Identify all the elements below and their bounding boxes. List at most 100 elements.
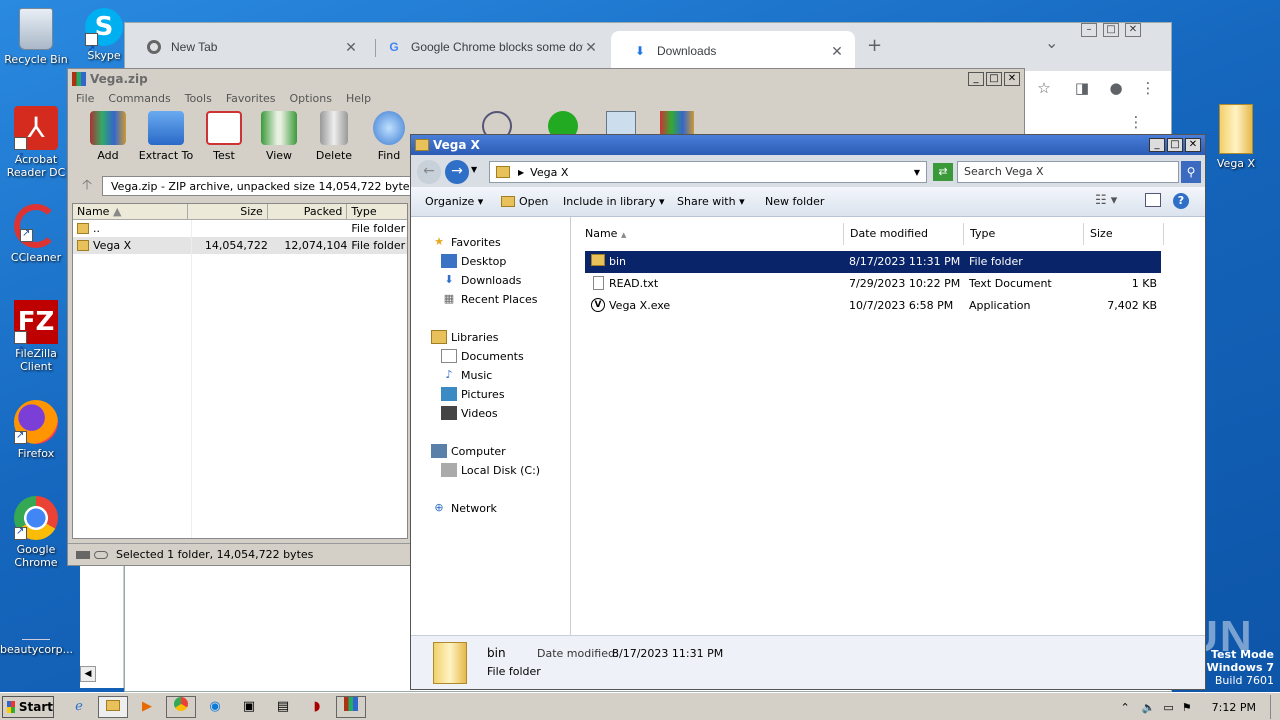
- change-view-icon[interactable]: ☷ ▾: [1095, 193, 1117, 208]
- scroll-left-icon[interactable]: ◀: [80, 666, 96, 682]
- back-arrow-icon[interactable]: ←: [417, 160, 441, 184]
- clock[interactable]: 7:12 PM: [1212, 701, 1256, 714]
- desktop-icon-chrome[interactable]: Google Chrome: [0, 496, 72, 569]
- column-packed[interactable]: Packed: [268, 204, 348, 219]
- organize-button[interactable]: Organize ▾: [425, 195, 483, 208]
- close-icon[interactable]: ✕: [343, 39, 359, 56]
- breadcrumb[interactable]: Vega X: [530, 166, 568, 179]
- new-tab-button[interactable]: +: [867, 35, 882, 56]
- nav-documents[interactable]: Documents: [441, 349, 524, 363]
- up-arrow-icon[interactable]: 🡡: [72, 174, 102, 198]
- column-name[interactable]: Name ▲: [579, 223, 844, 245]
- table-row-selected[interactable]: Vega X 14,054,722 12,074,104 File folder: [73, 237, 407, 254]
- menu-file[interactable]: File: [76, 92, 94, 105]
- column-size[interactable]: Size: [188, 204, 268, 219]
- column-name[interactable]: Name ▲: [73, 204, 189, 219]
- view-button[interactable]: View: [251, 111, 307, 162]
- tab-search-button[interactable]: ⌄: [1045, 33, 1058, 52]
- search-icon[interactable]: ⚲: [1181, 161, 1201, 183]
- preview-pane-icon[interactable]: [1145, 193, 1161, 207]
- nav-local-disk[interactable]: Local Disk (C:): [441, 463, 540, 477]
- file-row-selected[interactable]: bin 8/17/2023 11:31 PM File folder: [585, 251, 1161, 273]
- close-icon[interactable]: ✕: [1004, 72, 1020, 86]
- file-row[interactable]: READ.txt 7/29/2023 10:22 PM Text Documen…: [585, 273, 1161, 295]
- installer-icon[interactable]: ▣: [234, 696, 264, 718]
- help-icon[interactable]: ?: [1173, 193, 1189, 209]
- delete-button[interactable]: Delete: [306, 111, 362, 162]
- edge-icon[interactable]: ◉: [200, 696, 230, 718]
- extract-to-button[interactable]: Extract To: [138, 111, 194, 162]
- notepad-icon[interactable]: ▤: [268, 696, 298, 718]
- chevron-down-icon[interactable]: ▼: [914, 168, 920, 177]
- menu-commands[interactable]: Commands: [108, 92, 170, 105]
- maximize-icon[interactable]: □: [986, 72, 1002, 86]
- nav-music[interactable]: ♪ Music: [441, 368, 492, 382]
- desktop-icon-firefox[interactable]: Firefox: [0, 400, 72, 460]
- start-button[interactable]: Start: [2, 696, 54, 718]
- column-type[interactable]: Type: [347, 204, 407, 219]
- minimize-icon[interactable]: –: [1081, 23, 1097, 37]
- column-size[interactable]: Size: [1084, 223, 1164, 245]
- menu-tools[interactable]: Tools: [185, 92, 212, 105]
- open-button[interactable]: Open: [501, 195, 548, 208]
- explorer-taskbar-icon[interactable]: [98, 696, 128, 718]
- breadcrumb-chevron-icon[interactable]: ▶: [518, 168, 524, 177]
- include-in-library-button[interactable]: Include in library ▾: [563, 195, 664, 208]
- maximize-icon[interactable]: □: [1167, 138, 1183, 152]
- desktop-icon-beautycorp[interactable]: beautycorp...: [0, 620, 73, 656]
- show-hidden-icons-icon[interactable]: ⌃: [1120, 701, 1129, 714]
- page-menu-icon[interactable]: ⋮: [1125, 113, 1147, 131]
- profile-icon[interactable]: ●: [1105, 79, 1127, 97]
- column-date-modified[interactable]: Date modified: [844, 223, 964, 245]
- winrar-file-list[interactable]: Name ▲ Size Packed Type .. File folder V…: [72, 203, 408, 539]
- bookmark-star-icon[interactable]: ☆: [1033, 79, 1055, 97]
- desktop-icon-ccleaner[interactable]: CCleaner: [0, 204, 72, 264]
- column-type[interactable]: Type: [964, 223, 1084, 245]
- recent-pages-chevron-icon[interactable]: ▼: [471, 165, 477, 174]
- menu-options[interactable]: Options: [290, 92, 332, 105]
- table-row[interactable]: .. File folder: [73, 220, 407, 237]
- ie-icon[interactable]: ℯ: [64, 696, 94, 718]
- desktop-icon-vega-x[interactable]: Vega X: [1200, 104, 1272, 170]
- media-player-icon[interactable]: ▶: [132, 696, 162, 718]
- volume-icon[interactable]: 🔈: [1142, 701, 1156, 714]
- forward-arrow-icon[interactable]: →: [445, 160, 469, 184]
- close-icon[interactable]: ✕: [583, 39, 599, 56]
- nav-downloads[interactable]: ⬇ Downloads: [441, 273, 521, 287]
- menu-favorites[interactable]: Favorites: [226, 92, 276, 105]
- nav-pictures[interactable]: Pictures: [441, 387, 505, 401]
- nav-libraries[interactable]: Libraries: [431, 330, 499, 344]
- search-input[interactable]: Search Vega X: [957, 161, 1179, 183]
- test-button[interactable]: Test: [196, 111, 252, 162]
- nav-favorites[interactable]: ★ Favorites: [431, 235, 501, 249]
- chrome-tab[interactable]: G Google Chrome blocks some downlo ✕: [365, 31, 609, 63]
- find-button[interactable]: Find: [361, 111, 417, 162]
- minimize-icon[interactable]: _: [1149, 138, 1165, 152]
- close-icon[interactable]: ✕: [1125, 23, 1141, 37]
- chrome-tab-active[interactable]: ⬇ Downloads ✕: [611, 31, 855, 71]
- action-center-flag-icon[interactable]: ⚑: [1182, 701, 1192, 714]
- nav-network[interactable]: ⊕ Network: [431, 501, 497, 515]
- new-folder-button[interactable]: New folder: [765, 195, 824, 208]
- address-field[interactable]: ▶ Vega X ▼: [489, 161, 927, 183]
- menu-icon[interactable]: ⋮: [1137, 79, 1159, 97]
- chrome-taskbar-icon[interactable]: [166, 696, 196, 718]
- network-tray-icon[interactable]: ▭: [1163, 701, 1173, 714]
- nav-desktop[interactable]: Desktop: [441, 254, 506, 268]
- close-icon[interactable]: ✕: [1185, 138, 1201, 152]
- chrome-tab[interactable]: New Tab ✕: [125, 31, 369, 63]
- nav-videos[interactable]: Videos: [441, 406, 498, 420]
- nav-computer[interactable]: Computer: [431, 444, 506, 458]
- maximize-icon[interactable]: □: [1103, 23, 1119, 37]
- nav-recent-places[interactable]: ▦ Recent Places: [441, 292, 538, 306]
- desktop-icon-filezilla[interactable]: FZ FileZilla Client: [0, 300, 72, 373]
- desktop-icon-recycle-bin[interactable]: Recycle Bin: [0, 8, 72, 66]
- refresh-icon[interactable]: ⇄: [933, 163, 953, 181]
- menu-help[interactable]: Help: [346, 92, 371, 105]
- show-desktop-button[interactable]: [1270, 695, 1280, 719]
- file-row[interactable]: V Vega X.exe 10/7/2023 6:58 PM Applicati…: [585, 295, 1161, 317]
- desktop-icon-acrobat[interactable]: ⅄ Acrobat Reader DC: [0, 106, 72, 179]
- winrar-taskbar-icon[interactable]: [336, 696, 366, 718]
- minimize-icon[interactable]: _: [968, 72, 984, 86]
- app-icon[interactable]: ◗: [302, 696, 332, 718]
